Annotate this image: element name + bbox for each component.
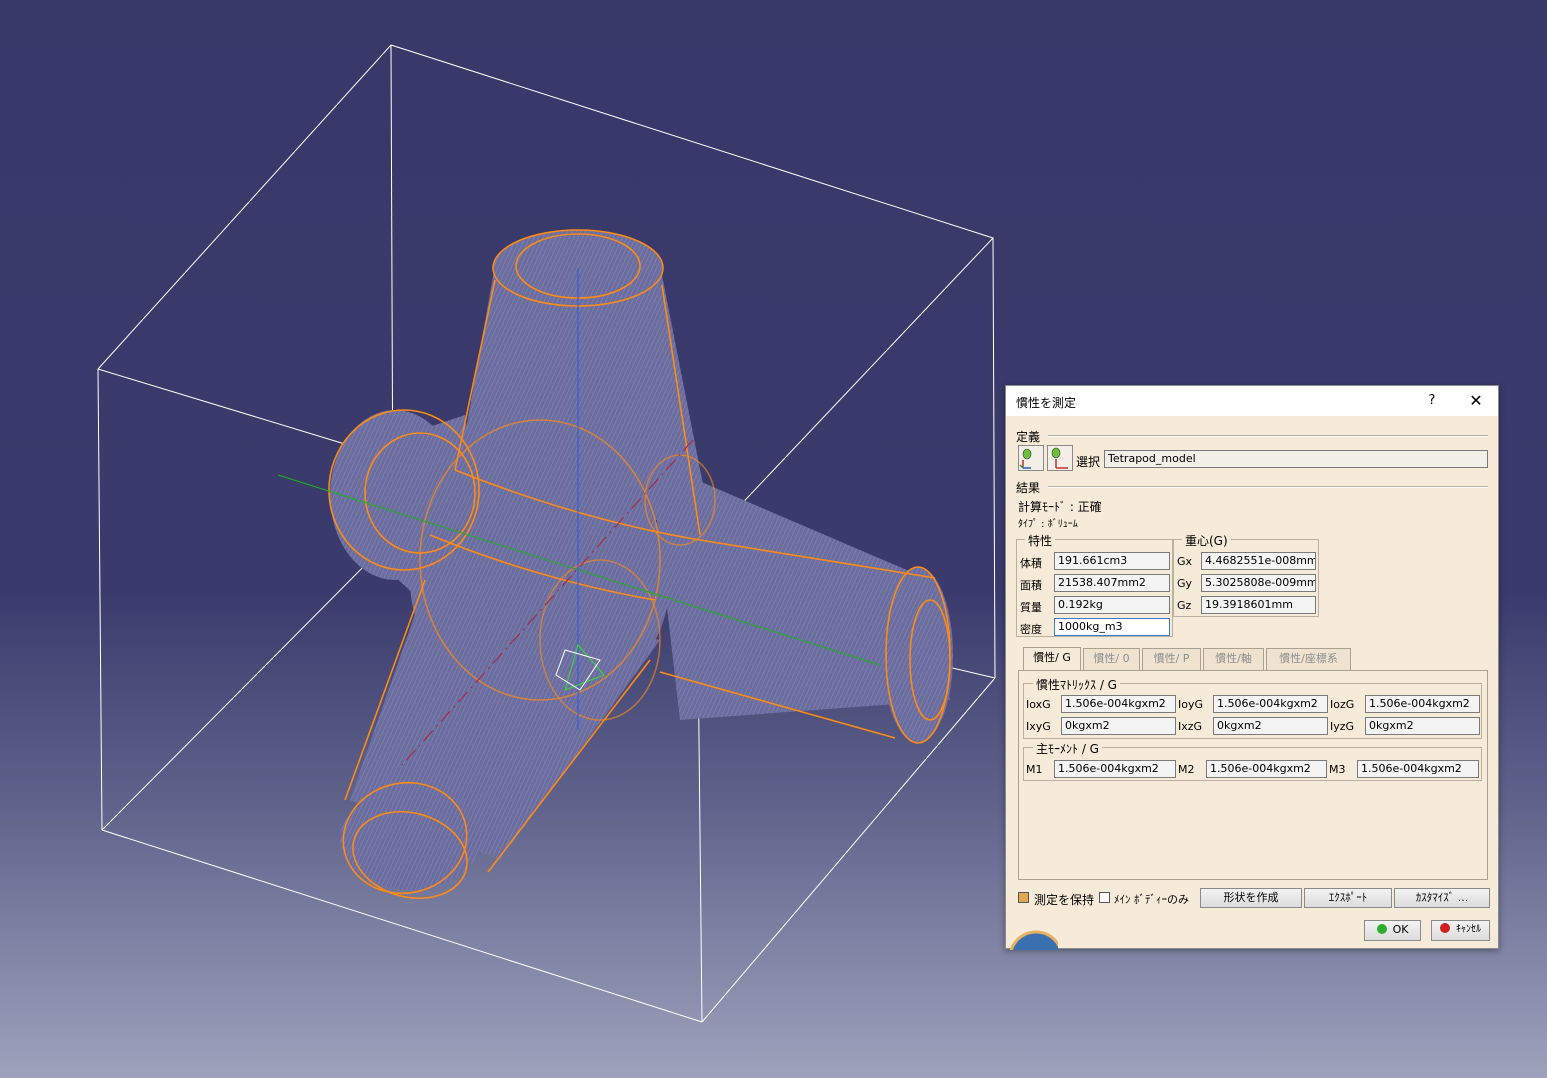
- selection-label: 選択: [1076, 455, 1101, 469]
- ixzg-label: IxzG: [1178, 720, 1203, 733]
- ixzg-field[interactable]: 0kgxm2: [1213, 717, 1328, 735]
- cog-group-title: 重心(G): [1182, 532, 1231, 549]
- tab-inertia-axis-system[interactable]: 慣性/座標系: [1266, 648, 1351, 670]
- cancel-button[interactable]: ｷｬﾝｾﾙ: [1431, 920, 1490, 941]
- principal-moments-title: 主ﾓｰﾒﾝﾄ / G: [1033, 740, 1102, 757]
- cancel-red-icon: [1440, 923, 1450, 933]
- m1-label: M1: [1026, 763, 1043, 776]
- mass-field[interactable]: 0.192kg: [1054, 596, 1170, 614]
- iyzg-label: IyzG: [1330, 720, 1355, 733]
- gy-label: Gy: [1177, 577, 1193, 590]
- type-text: ﾀｲﾌﾟ : ﾎﾞﾘｭｰﾑ: [1018, 519, 1078, 530]
- definition-divider: [1048, 435, 1488, 437]
- m2-field[interactable]: 1.506e-004kgxm2: [1206, 760, 1327, 778]
- volume-label: 体積: [1020, 557, 1042, 570]
- gx-field[interactable]: 4.4682551e-008mm: [1201, 552, 1316, 570]
- density-label: 密度: [1020, 623, 1042, 636]
- keep-measure-checkbox[interactable]: [1018, 892, 1029, 903]
- dialog-titlebar[interactable]: 慣性を測定 ? ✕: [1006, 386, 1498, 416]
- ok-button-label: OK: [1392, 923, 1409, 936]
- tab-inertia-p[interactable]: 慣性/ P: [1142, 648, 1201, 670]
- ixyg-label: IxyG: [1026, 720, 1051, 733]
- gx-label: Gx: [1177, 555, 1193, 568]
- measure-inertia-3d-icon[interactable]: [1018, 445, 1044, 471]
- m3-field[interactable]: 1.506e-004kgxm2: [1357, 760, 1479, 778]
- selection-field[interactable]: Tetrapod_model: [1104, 450, 1488, 468]
- ioxg-field[interactable]: 1.506e-004kgxm2: [1061, 695, 1176, 713]
- create-geometry-button[interactable]: 形状を作成: [1200, 888, 1302, 908]
- measure-inertia-dialog: 慣性を測定 ? ✕ 定義 選択 Tetrapod_model 結果 計算ﾓｰﾄﾞ…: [1005, 385, 1499, 950]
- m2-label: M2: [1178, 763, 1195, 776]
- ioxg-label: IoxG: [1026, 698, 1051, 711]
- calc-mode-text: 計算ﾓｰﾄﾞ : 正確: [1018, 500, 1102, 514]
- globe-icon: [1009, 930, 1058, 950]
- gz-label: Gz: [1177, 599, 1192, 612]
- iozg-field[interactable]: 1.506e-004kgxm2: [1365, 695, 1480, 713]
- export-button[interactable]: ｴｸｽﾎﾟｰﾄ: [1304, 888, 1392, 908]
- main-body-only-label: ﾒｲﾝ ﾎﾞﾃﾞｨｰのみ: [1114, 893, 1189, 906]
- area-field[interactable]: 21538.407mm2: [1054, 574, 1170, 592]
- iyzg-field[interactable]: 0kgxm2: [1365, 717, 1480, 735]
- results-label: 結果: [1016, 481, 1041, 495]
- keep-measure-label: 測定を保持: [1034, 893, 1095, 907]
- volume-field[interactable]: 191.661cm3: [1054, 552, 1170, 570]
- dialog-title: 慣性を測定: [1016, 396, 1077, 410]
- tab-inertia-axis[interactable]: 慣性/軸: [1203, 648, 1264, 670]
- main-body-only-checkbox[interactable]: [1099, 892, 1110, 903]
- area-label: 面積: [1020, 579, 1042, 592]
- ioyg-label: IoyG: [1178, 698, 1204, 711]
- inertia-matrix-title: 慣性ﾏﾄﾘｯｸｽ / G: [1033, 676, 1120, 693]
- gz-field[interactable]: 19.3918601mm: [1201, 596, 1316, 614]
- tab-inertia-o[interactable]: 慣性/ 0: [1083, 648, 1140, 670]
- measure-inertia-2d-icon[interactable]: [1047, 445, 1073, 471]
- ioyg-field[interactable]: 1.506e-004kgxm2: [1213, 695, 1328, 713]
- definition-label: 定義: [1016, 430, 1041, 444]
- cancel-button-label: ｷｬﾝｾﾙ: [1456, 924, 1481, 935]
- ok-button[interactable]: OK: [1364, 920, 1421, 941]
- m3-label: M3: [1329, 763, 1346, 776]
- iozg-label: IozG: [1330, 698, 1355, 711]
- results-divider: [1048, 486, 1488, 488]
- tetrapod-model[interactable]: [330, 230, 953, 890]
- ixyg-field[interactable]: 0kgxm2: [1061, 717, 1176, 735]
- mass-label: 質量: [1020, 601, 1042, 614]
- ok-green-icon: [1376, 924, 1387, 934]
- customize-button[interactable]: ｶｽﾀﾏｲｽﾞ ...: [1394, 888, 1490, 908]
- help-icon[interactable]: ?: [1420, 389, 1444, 413]
- properties-group-title: 特性: [1025, 532, 1056, 549]
- gy-field[interactable]: 5.3025808e-009mm: [1201, 574, 1316, 592]
- close-icon[interactable]: ✕: [1464, 389, 1488, 413]
- density-field[interactable]: 1000kg_m3: [1054, 618, 1170, 636]
- tab-inertia-g[interactable]: 慣性/ G: [1023, 647, 1081, 671]
- m1-field[interactable]: 1.506e-004kgxm2: [1054, 760, 1176, 778]
